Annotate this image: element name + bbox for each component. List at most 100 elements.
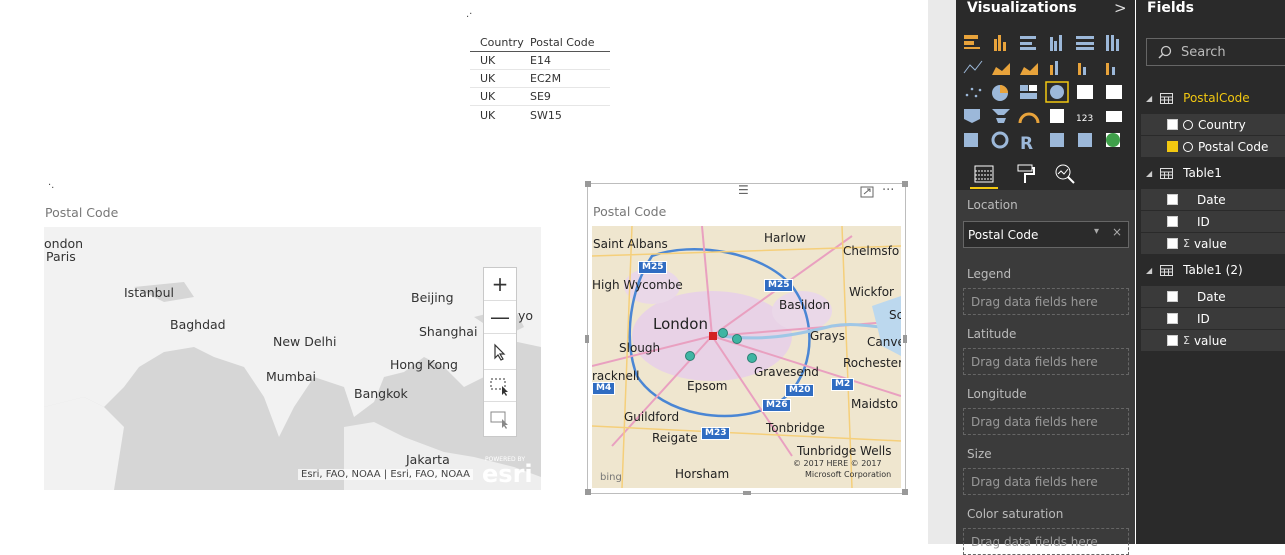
map-label: Beijing (411, 290, 454, 305)
table-row[interactable]: UK SW15 (470, 106, 610, 124)
field-table-table1[interactable]: ◢ Table1 (1136, 162, 1285, 184)
table-cell: E14 (530, 54, 551, 67)
analytics-magnifier-icon[interactable] (1054, 163, 1076, 185)
map-label: Grays (810, 329, 845, 343)
close-icon[interactable]: × (1112, 225, 1122, 239)
field-checkbox[interactable] (1167, 216, 1178, 227)
location-well[interactable]: Postal Code ▾ × (963, 221, 1129, 248)
zoom-out-button[interactable]: — (484, 301, 516, 334)
field-wells: Location Postal Code ▾ × Legend Drag dat… (956, 190, 1135, 555)
motorway-shield: M23 (701, 427, 731, 440)
field-item-country[interactable]: Country (1141, 114, 1285, 135)
field-checkbox[interactable] (1167, 291, 1178, 302)
map-label: Reigate (652, 431, 698, 445)
map-label: Guildford (624, 410, 680, 424)
resize-handle[interactable] (585, 335, 589, 343)
table-row[interactable]: UK EC2M (470, 70, 610, 88)
rect-select-button[interactable] (484, 370, 516, 402)
lasso-select-button[interactable] (484, 402, 516, 436)
active-tab-indicator (970, 187, 998, 189)
resize-handle[interactable] (585, 181, 591, 187)
field-item-id[interactable]: ID (1141, 308, 1285, 329)
fields-tab-icon[interactable] (973, 163, 995, 185)
drag-grip-icon[interactable]: ☰ (738, 183, 749, 197)
resize-handle[interactable] (902, 181, 908, 187)
longitude-well[interactable]: Drag data fields here (963, 408, 1129, 435)
focus-mode-icon[interactable] (860, 186, 874, 198)
field-item-value[interactable]: Σ value (1141, 330, 1285, 351)
table-row[interactable]: UK E14 (470, 52, 610, 70)
field-name: value (1193, 236, 1227, 251)
map-data-point[interactable] (685, 351, 695, 361)
visual-icons-grid: 123 R (963, 35, 1122, 154)
table-cell: UK (480, 90, 496, 103)
field-name: ID (1197, 214, 1210, 229)
motorway-shield: M25 (638, 261, 668, 274)
map-data-point[interactable] (747, 353, 757, 363)
sigma-icon: Σ (1183, 334, 1190, 347)
map-data-point[interactable] (718, 328, 728, 338)
table-name: Table1 (1183, 166, 1222, 180)
field-item-date[interactable]: Date (1141, 189, 1285, 210)
table-cell: UK (480, 72, 496, 85)
column-header-country[interactable]: Country (470, 36, 530, 49)
field-name: Postal Code (1198, 139, 1269, 154)
collapse-chevron-icon[interactable]: > (1114, 0, 1127, 17)
table-visual[interactable]: Country Postal Code UK E14 UK EC2M UK SE… (470, 34, 610, 124)
zoom-in-button[interactable]: + (484, 268, 516, 301)
visual-resize-glyph: .· (466, 9, 473, 20)
table-row[interactable]: UK SE9 (470, 88, 610, 106)
well-label-color-saturation: Color saturation (967, 507, 1064, 521)
well-label-longitude: Longitude (967, 387, 1027, 401)
field-item-id[interactable]: ID (1141, 211, 1285, 232)
field-checkbox[interactable] (1167, 238, 1178, 249)
visualizations-title: Visualizations (967, 0, 1077, 16)
table-cell: UK (480, 108, 496, 122)
chevron-down-icon[interactable]: ▾ (1094, 226, 1099, 237)
resize-handle[interactable] (743, 491, 751, 495)
map-label: Istanbul (124, 285, 175, 300)
column-header-postal-code[interactable]: Postal Code (530, 36, 610, 49)
field-table-table1-2[interactable]: ◢ Table1 (2) (1136, 259, 1285, 281)
expand-triangle-icon[interactable]: ◢ (1146, 94, 1152, 103)
well-field-pill[interactable]: Postal Code (968, 228, 1038, 242)
field-checkbox[interactable] (1167, 335, 1178, 346)
table-cell: SW15 (530, 108, 562, 122)
canvas-scroll-gutter (928, 0, 956, 544)
field-checkbox[interactable] (1167, 194, 1178, 205)
size-well[interactable]: Drag data fields here (963, 468, 1129, 495)
legend-well[interactable]: Drag data fields here (963, 288, 1129, 315)
color-saturation-well[interactable]: Drag data fields here (963, 528, 1129, 555)
well-label-legend: Legend (967, 267, 1012, 281)
pointer-select-button[interactable] (484, 334, 516, 370)
field-name: Country (1198, 117, 1246, 132)
globe-icon (1183, 119, 1193, 130)
motorway-shield: M2 (831, 378, 855, 391)
expand-triangle-icon[interactable]: ◢ (1146, 266, 1152, 275)
resize-handle[interactable] (585, 489, 591, 495)
field-item-postal-code[interactable]: Postal Code (1141, 136, 1285, 157)
more-options-icon[interactable]: ··· (882, 183, 894, 198)
field-item-date[interactable]: Date (1141, 286, 1285, 307)
map-data-point[interactable] (732, 334, 742, 344)
field-name: ID (1197, 311, 1210, 326)
field-checkbox[interactable] (1167, 313, 1178, 324)
map-data-point-selected[interactable] (709, 332, 717, 340)
field-checkbox-checked[interactable] (1167, 141, 1178, 152)
resize-handle[interactable] (902, 489, 908, 495)
esri-map[interactable]: ondon Paris Istanbul Baghdad New Delhi M… (44, 227, 541, 490)
expand-triangle-icon[interactable]: ◢ (1146, 169, 1152, 178)
field-name: Date (1197, 289, 1226, 304)
paint-roller-icon[interactable] (1015, 163, 1037, 185)
report-canvas[interactable]: .· Country Postal Code UK E14 UK EC2M UK… (0, 0, 928, 544)
field-table-postalcode[interactable]: ◢ PostalCode (1136, 87, 1285, 109)
latitude-well[interactable]: Drag data fields here (963, 348, 1129, 375)
bing-map[interactable]: Saint Albans Harlow Chelmsfo High Wycomb… (592, 226, 901, 488)
field-item-value[interactable]: Σ value (1141, 233, 1285, 254)
map-label: Sc (889, 308, 901, 322)
resize-handle[interactable] (903, 335, 907, 343)
field-checkbox[interactable] (1167, 119, 1178, 130)
map-label: Chelmsfo (843, 244, 900, 258)
field-name: value (1193, 333, 1227, 348)
table-icon (1160, 167, 1174, 179)
